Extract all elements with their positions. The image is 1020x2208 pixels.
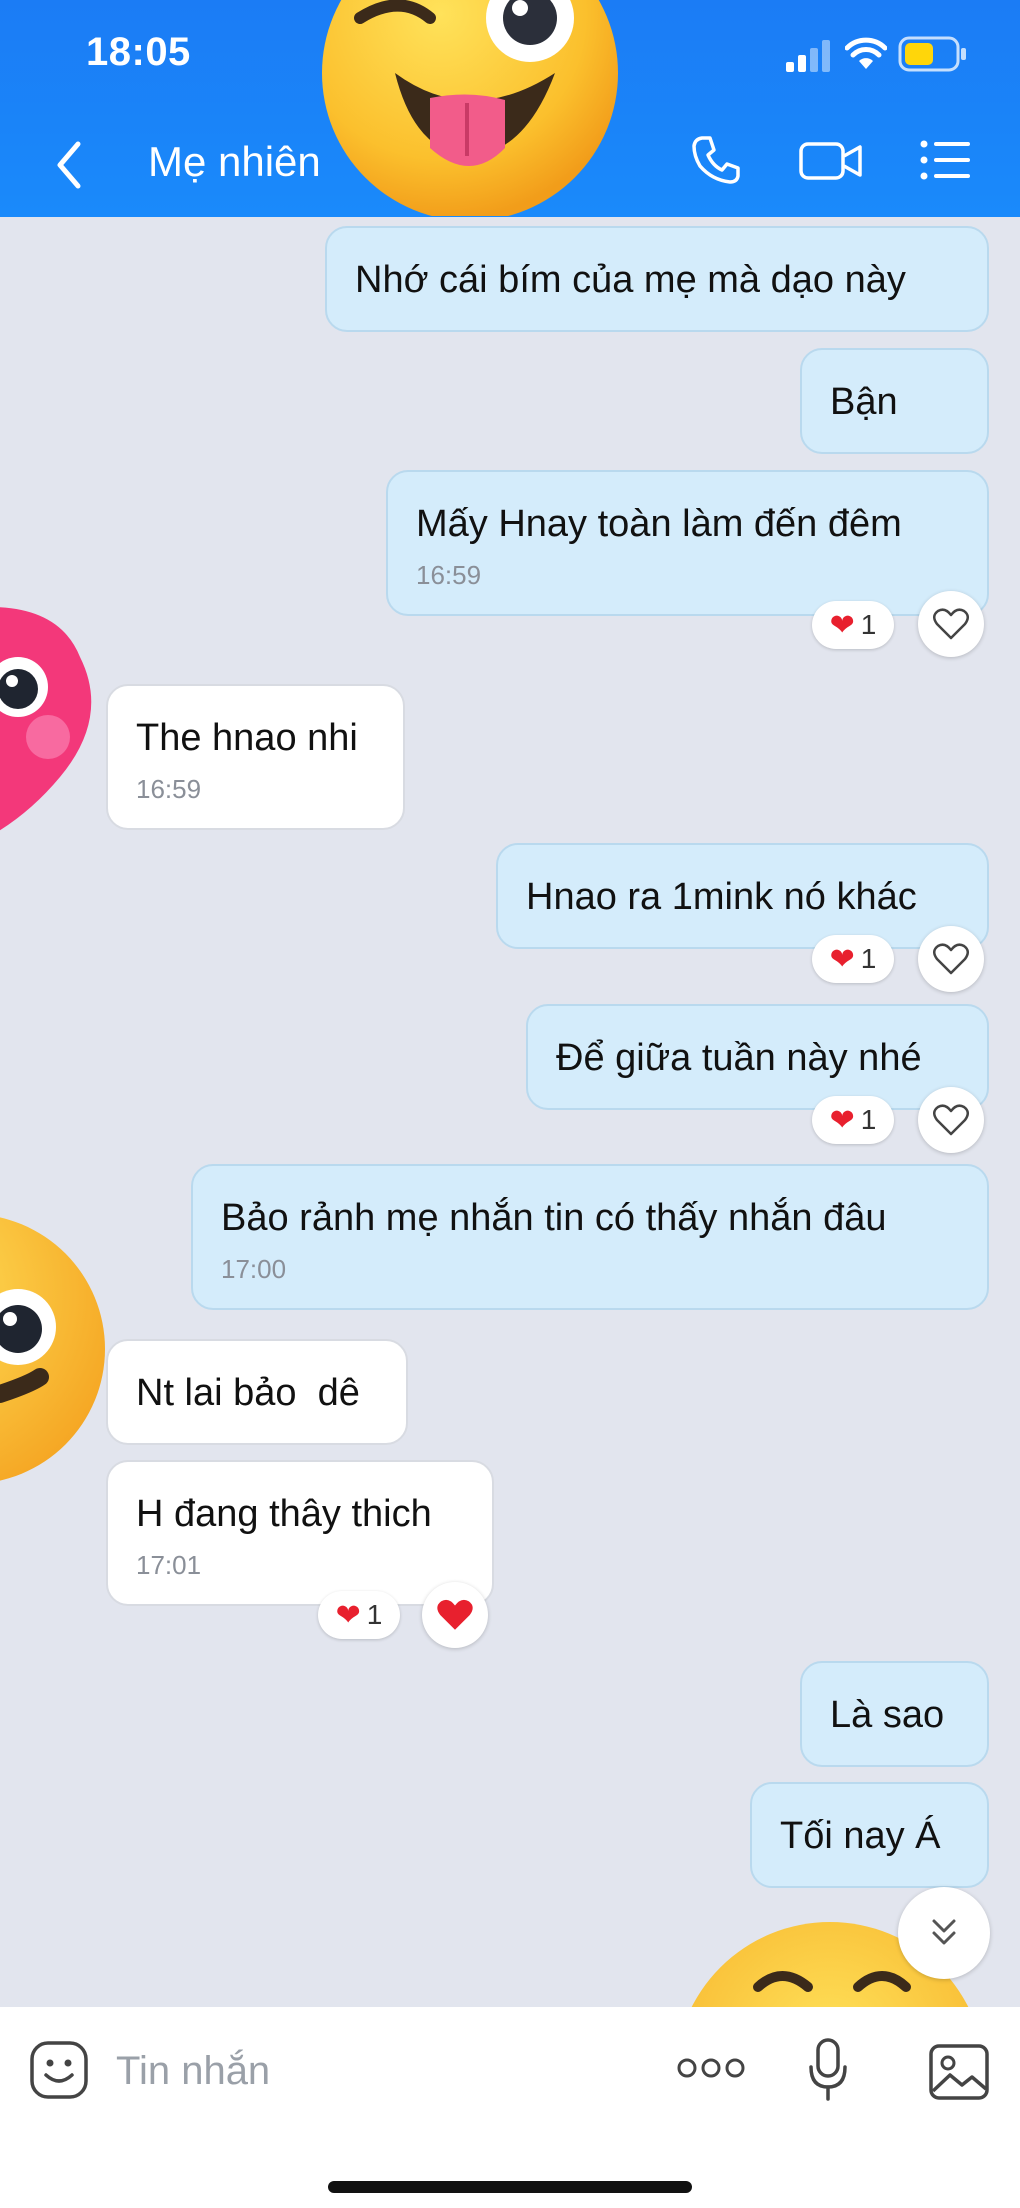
scroll-to-bottom-button[interactable] xyxy=(898,1887,990,1979)
chevron-double-down-icon xyxy=(932,1919,956,1945)
gallery-icon[interactable] xyxy=(928,2043,990,2101)
message-text: H đang thây thich xyxy=(136,1493,432,1535)
video-icon[interactable] xyxy=(798,132,864,188)
heart-icon: ❤ xyxy=(829,1103,855,1137)
message-bubble-outgoing[interactable]: Bảo rảnh mẹ nhắn tin có thấy nhắn đâu 17… xyxy=(191,1164,989,1310)
signal-icon xyxy=(786,40,830,72)
message-bubble-outgoing[interactable]: Mấy Hnay toàn làm đến đêm 16:59 xyxy=(386,470,989,616)
status-time: 18:05 xyxy=(86,30,191,74)
message-bubble-outgoing[interactable]: Để giữa tuần này nhé xyxy=(526,1004,989,1110)
heart-outline-icon xyxy=(933,943,969,975)
back-button[interactable] xyxy=(50,138,90,192)
heart-icon: ❤ xyxy=(829,942,855,976)
heart-outline-icon xyxy=(933,1104,969,1136)
winking-tongue-emoji xyxy=(322,0,618,216)
battery-icon xyxy=(898,36,966,72)
reaction-count: 1 xyxy=(860,943,877,974)
pink-heart-emoji xyxy=(0,607,92,831)
contact-name[interactable]: Mẹ nhiên xyxy=(148,138,321,186)
reaction-count-pill[interactable]: ❤ 1 xyxy=(812,935,894,983)
chat-area[interactable]: Nhớ cái bím của mẹ mà dạo này Bận Mấy Hn… xyxy=(0,217,1020,2007)
smiling-emoji-partial xyxy=(0,1217,105,1481)
reaction-count: 1 xyxy=(366,1599,383,1630)
heart-icon: ❤ xyxy=(829,608,855,642)
message-text: Để giữa tuần này nhé xyxy=(556,1037,922,1079)
chat-header: 18:05 Mẹ nhiên xyxy=(0,0,1020,217)
message-composer xyxy=(0,2007,1020,2208)
message-text: The hnao nhi xyxy=(136,717,358,759)
message-bubble-outgoing[interactable]: Tối nay Á xyxy=(750,1782,989,1888)
reaction-count-pill[interactable]: ❤ 1 xyxy=(812,1096,894,1144)
heart-outline-icon xyxy=(933,608,969,640)
message-text: Mấy Hnay toàn làm đến đêm xyxy=(416,503,902,545)
heart-filled-icon xyxy=(437,1599,473,1630)
wifi-icon xyxy=(845,37,887,69)
react-heart-button[interactable] xyxy=(918,1087,984,1153)
message-text: Nt lai bảo dê xyxy=(136,1372,360,1414)
react-heart-button[interactable] xyxy=(918,591,984,657)
message-bubble-outgoing[interactable]: Nhớ cái bím của mẹ mà dạo này xyxy=(325,226,989,332)
message-text: Là sao xyxy=(830,1694,945,1736)
reaction-count-pill[interactable]: ❤ 1 xyxy=(812,601,894,649)
message-bubble-incoming[interactable]: H đang thây thich 17:01 xyxy=(106,1460,494,1606)
heart-icon: ❤ xyxy=(335,1598,361,1632)
phone-icon[interactable] xyxy=(688,132,744,188)
message-time: 17:00 xyxy=(221,1254,287,1284)
more-icon[interactable] xyxy=(676,2053,746,2083)
message-bubble-outgoing[interactable]: Hnao ra 1mink nó khác xyxy=(496,843,989,949)
reaction-count: 1 xyxy=(860,609,877,640)
message-text: Bảo rảnh mẹ nhắn tin có thấy nhắn đâu xyxy=(221,1197,887,1239)
message-time: 16:59 xyxy=(136,774,202,804)
reaction-count-pill[interactable]: ❤ 1 xyxy=(318,1591,400,1639)
message-bubble-incoming[interactable]: The hnao nhi 16:59 xyxy=(106,684,405,830)
reaction-count: 1 xyxy=(860,1104,877,1135)
message-text: Tối nay Á xyxy=(780,1815,941,1857)
react-heart-button[interactable] xyxy=(918,926,984,992)
message-bubble-incoming[interactable]: Nt lai bảo dê xyxy=(106,1339,408,1445)
home-indicator xyxy=(328,2181,692,2193)
react-heart-button-filled[interactable] xyxy=(422,1582,488,1648)
message-text: Nhớ cái bím của mẹ mà dạo này xyxy=(355,259,906,301)
message-text: Hnao ra 1mink nó khác xyxy=(526,876,917,918)
sticker-icon[interactable] xyxy=(28,2039,90,2101)
message-text: Bận xyxy=(830,381,898,423)
list-menu-icon[interactable] xyxy=(918,132,974,188)
message-time: 16:59 xyxy=(416,560,482,590)
message-bubble-outgoing[interactable]: Là sao xyxy=(800,1661,989,1767)
message-input[interactable] xyxy=(116,2043,616,2099)
microphone-icon[interactable] xyxy=(808,2037,848,2103)
message-time: 17:01 xyxy=(136,1550,202,1580)
message-bubble-outgoing[interactable]: Bận xyxy=(800,348,989,454)
